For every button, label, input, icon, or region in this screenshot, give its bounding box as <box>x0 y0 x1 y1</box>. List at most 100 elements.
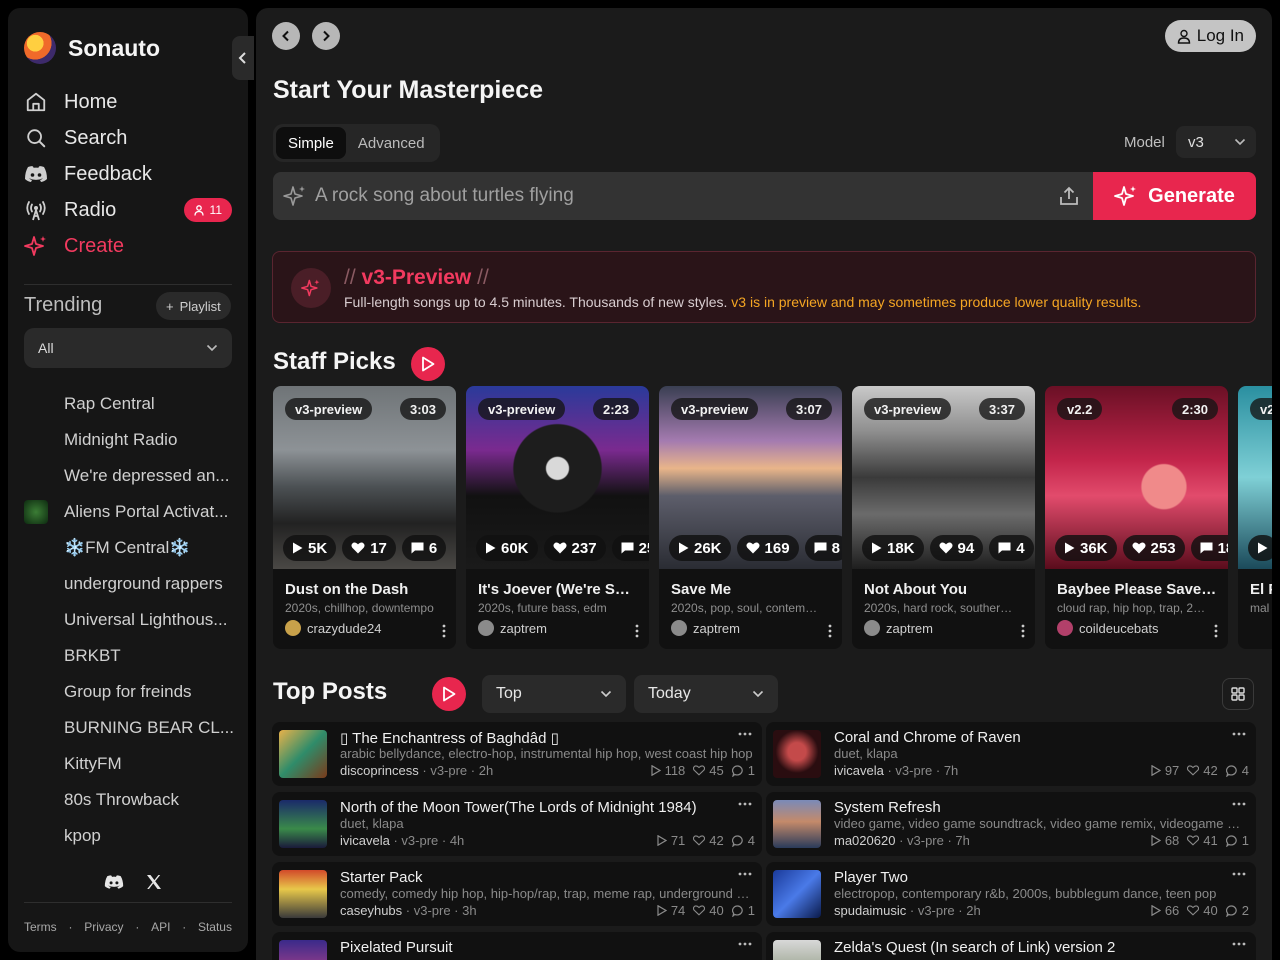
post-author[interactable]: ivicavela <box>340 833 390 848</box>
post-author[interactable]: caseyhubs <box>340 903 402 918</box>
nav-home[interactable]: Home <box>24 84 232 120</box>
play-count: 5K <box>283 535 337 561</box>
forward-button[interactable] <box>312 22 340 50</box>
prompt-input[interactable] <box>315 185 1045 207</box>
back-button[interactable] <box>272 22 300 50</box>
post-author[interactable]: discoprincess <box>340 763 419 778</box>
comment-icon <box>1225 904 1238 917</box>
top-post-item[interactable]: North of the Moon Tower(The Lords of Mid… <box>272 792 762 856</box>
x-twitter-icon[interactable] <box>146 874 162 890</box>
comment-icon <box>1225 834 1238 847</box>
more-options-icon[interactable] <box>1232 942 1246 946</box>
sort-select[interactable]: Top <box>482 675 626 713</box>
radio-listeners-badge: 11 <box>183 198 232 222</box>
trending-item-aliens[interactable]: Aliens Portal Activat... <box>24 494 238 530</box>
post-likes-value: 42 <box>709 833 724 848</box>
model-badge: v2 <box>1250 398 1272 420</box>
trending-item[interactable]: 80s Throwback <box>24 782 238 818</box>
top-post-item[interactable]: System Refresh video game, video game sou… <box>766 792 1256 856</box>
trending-item[interactable]: kpop <box>24 818 238 854</box>
more-options-icon[interactable] <box>635 624 639 638</box>
footer-link-privacy[interactable]: Privacy <box>84 920 123 934</box>
more-options-icon[interactable] <box>1232 732 1246 736</box>
more-options-icon[interactable] <box>738 942 752 946</box>
staff-pick-card[interactable]: v2.2 2:30 36K 253 18 Baybee Please Save Me clo… <box>1045 386 1228 649</box>
time-range-select[interactable]: Today <box>634 675 778 713</box>
nav-feedback[interactable]: Feedback <box>24 156 232 192</box>
trending-item[interactable]: BRKBT <box>24 638 238 674</box>
post-tags: arabic bellydance, electro-hop, instrume… <box>340 746 753 761</box>
login-button[interactable]: Log In <box>1164 20 1256 52</box>
model-select[interactable]: v3 <box>1176 126 1256 158</box>
top-post-item[interactable]: Coral and Chrome of Raven duet, klapa ivic… <box>766 722 1256 786</box>
more-options-icon[interactable] <box>1214 624 1218 638</box>
song-author[interactable]: coildeucebats <box>1057 620 1159 636</box>
top-post-item[interactable]: ▯ The Enchantress of Baghdâd ▯ arabic bel… <box>272 722 762 786</box>
song-author[interactable]: zaptrem <box>864 620 933 636</box>
trending-filter-select[interactable]: All <box>24 328 232 368</box>
add-playlist-button[interactable]: + Playlist <box>156 292 231 320</box>
collapse-sidebar-button[interactable] <box>232 36 254 80</box>
more-options-icon[interactable] <box>1232 872 1246 876</box>
mode-advanced-tab[interactable]: Advanced <box>346 127 437 159</box>
song-tags: 2020s, hard rock, southern rock <box>864 601 1014 615</box>
top-post-item[interactable]: Pixelated Pursuit <box>272 932 762 960</box>
upload-button[interactable] <box>1045 172 1093 220</box>
song-author[interactable]: crazydude24 <box>285 620 381 636</box>
prompt-bar <box>273 172 1093 220</box>
staff-picks-play-button[interactable] <box>411 347 445 381</box>
footer-link-status[interactable]: Status <box>198 920 232 934</box>
trending-item[interactable]: ❄️FM Central❄️ <box>24 530 238 566</box>
radio-badge-count: 11 <box>209 203 222 217</box>
staff-pick-card[interactable]: v3-preview 3:03 5K 17 6 Dust on the Dash 2020s… <box>273 386 456 649</box>
more-options-icon[interactable] <box>442 624 446 638</box>
staff-pick-card[interactable]: v3-preview 2:23 60K 237 25 It's Joever (We're… <box>466 386 649 649</box>
top-posts-play-button[interactable] <box>432 677 466 711</box>
trending-item[interactable]: Rap Central <box>24 386 238 422</box>
more-options-icon[interactable] <box>738 732 752 736</box>
nav-create[interactable]: Create <box>24 228 232 264</box>
banner-warning: v3 is in preview and may sometimes produ… <box>731 294 1142 310</box>
post-thumbnail <box>279 870 327 918</box>
top-post-item[interactable]: Zelda's Quest (In search of Link) versio… <box>766 932 1256 960</box>
staff-pick-card[interactable]: v3-preview 3:07 26K 169 8 Save Me 2020s, pop, … <box>659 386 842 649</box>
more-options-icon[interactable] <box>1021 624 1025 638</box>
post-plays: 68 <box>1151 833 1179 848</box>
trending-item[interactable]: Midnight Radio <box>24 422 238 458</box>
staff-pick-card[interactable]: v3-preview 3:37 18K 94 4 Not About You 2020s, … <box>852 386 1035 649</box>
footer-link-api[interactable]: API <box>151 920 170 934</box>
nav-radio[interactable]: Radio 11 <box>24 192 232 228</box>
generate-button[interactable]: Generate <box>1093 172 1256 220</box>
more-options-icon[interactable] <box>828 624 832 638</box>
top-post-item[interactable]: Player Two electropop, contemporary r&b, … <box>766 862 1256 926</box>
trending-item[interactable]: Universal Lighthous... <box>24 602 238 638</box>
footer-link-terms[interactable]: Terms <box>24 920 57 934</box>
footer-separator: · <box>68 920 73 934</box>
trending-item[interactable]: BURNING BEAR CL... <box>24 710 238 746</box>
more-options-icon[interactable] <box>1232 802 1246 806</box>
heart-icon <box>1187 765 1200 776</box>
trending-item[interactable]: We're depressed an... <box>24 458 238 494</box>
post-author[interactable]: ivicavela <box>834 763 884 778</box>
staff-pick-card[interactable]: v2 El P mal <box>1238 386 1272 649</box>
top-post-item[interactable]: Starter Pack comedy, comedy hip hop, hip-… <box>272 862 762 926</box>
post-title: Player Two <box>834 869 908 886</box>
more-options-icon[interactable] <box>738 872 752 876</box>
card-play-button[interactable] <box>1248 535 1272 561</box>
post-author[interactable]: ma020620 <box>834 833 895 848</box>
nav-search[interactable]: Search <box>24 120 232 156</box>
more-options-icon[interactable] <box>738 802 752 806</box>
trending-item[interactable]: Group for freinds <box>24 674 238 710</box>
grid-view-button[interactable] <box>1222 678 1254 710</box>
brand[interactable]: Sonauto <box>24 32 160 64</box>
mode-simple-tab[interactable]: Simple <box>276 127 346 159</box>
song-author[interactable]: zaptrem <box>671 620 740 636</box>
discord-icon[interactable] <box>104 874 124 890</box>
trending-item[interactable]: underground rappers <box>24 566 238 602</box>
heart-icon <box>693 905 706 916</box>
avatar <box>285 620 301 636</box>
song-author[interactable]: zaptrem <box>478 620 547 636</box>
trending-item[interactable]: KittyFM <box>24 746 238 782</box>
play-button[interactable] <box>1248 535 1272 561</box>
post-author[interactable]: spudaimusic <box>834 903 906 918</box>
